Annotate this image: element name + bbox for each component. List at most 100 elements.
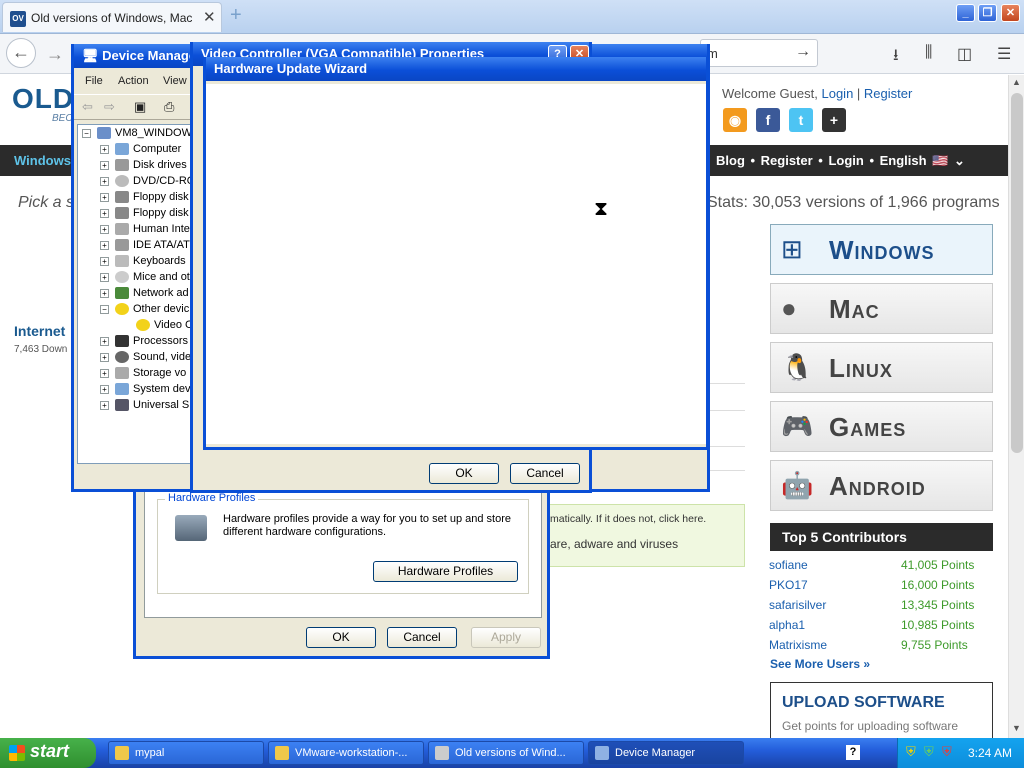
tree-item[interactable]: + Storage vo	[100, 367, 186, 383]
taskbar-item[interactable]: mypal	[108, 741, 264, 765]
tree-item[interactable]: + Processors	[100, 335, 188, 351]
help-tray-icon[interactable]: ?	[846, 745, 860, 760]
restore-icon[interactable]: ❐	[978, 4, 997, 22]
taskbar: start mypal VMware-workstation-... Old v…	[0, 738, 1024, 768]
tree-label: Human Inte	[133, 223, 190, 235]
taskbar-item[interactable]: Device Manager	[588, 741, 744, 765]
notice-line[interactable]: matically. If it does not, click here.	[550, 513, 706, 525]
tree-item[interactable]: + Human Inte	[100, 223, 190, 239]
apple-icon: ●	[781, 293, 797, 323]
minimize-icon[interactable]: _	[956, 4, 975, 22]
forward-arrow-icon[interactable]: →	[46, 44, 64, 65]
tree-label: Video C	[154, 319, 193, 331]
contributor-name[interactable]: safarisilver	[769, 598, 826, 612]
tree-item[interactable]: + IDE ATA/AT	[100, 239, 190, 255]
tree-item[interactable]: + Floppy disk	[100, 207, 189, 223]
cancel-button[interactable]: Cancel	[387, 627, 457, 648]
category-games-button[interactable]: 🎮 Games	[770, 401, 993, 452]
back-arrow-icon[interactable]: ←	[6, 38, 36, 68]
tree-item[interactable]: + Sound, vide	[100, 351, 191, 367]
category-mac-button[interactable]: ● Mac	[770, 283, 993, 334]
floppy-icon	[115, 207, 129, 220]
nav-right-links[interactable]: Blog • Register • Login • English 🇺🇸 ⌄	[716, 153, 965, 169]
start-button[interactable]: start	[0, 738, 96, 768]
properties-icon[interactable]: ▣	[134, 99, 146, 115]
sidebar-icon[interactable]: ◫	[957, 44, 972, 64]
ok-button[interactable]: OK	[429, 463, 499, 484]
see-more-users-link[interactable]: See More Users »	[770, 657, 870, 671]
contributor-name[interactable]: Matrixisme	[769, 638, 827, 652]
go-arrow-icon[interactable]: →	[795, 43, 811, 61]
disk-icon	[115, 159, 129, 172]
back-icon[interactable]: ⇦	[82, 99, 93, 115]
menu-file[interactable]: File	[85, 75, 103, 87]
cancel-button[interactable]: Cancel	[510, 463, 580, 484]
rss-icon[interactable]: ◉	[723, 108, 747, 132]
tree-item[interactable]: + Floppy disk	[100, 191, 189, 207]
tree-label: Keyboards	[133, 255, 186, 267]
tree-item[interactable]: − Other devic	[100, 303, 189, 319]
computer-icon	[115, 143, 129, 156]
upload-title: UPLOAD SOFTWARE	[782, 694, 945, 711]
contributor-name[interactable]: PKO17	[769, 578, 808, 592]
tree-item[interactable]: + Disk drives	[100, 159, 187, 175]
taskbar-item[interactable]: Old versions of Wind...	[428, 741, 584, 765]
menu-view[interactable]: View	[163, 75, 187, 87]
tree-item[interactable]: + Keyboards	[100, 255, 186, 271]
site-logo[interactable]: OLD	[12, 83, 74, 115]
storage-icon	[115, 367, 129, 380]
category-linux-button[interactable]: 🐧 Linux	[770, 342, 993, 393]
tree-item[interactable]: + Universal S	[100, 399, 189, 415]
plus-icon[interactable]: +	[822, 108, 846, 132]
hid-icon	[115, 223, 129, 236]
scroll-up-icon[interactable]: ▲	[1012, 77, 1021, 87]
tree-root[interactable]: − VM8_WINDOW	[82, 127, 192, 143]
ide-icon	[115, 239, 129, 252]
tree-item[interactable]: + Mice and ot	[100, 271, 190, 287]
start-label: start	[30, 741, 70, 761]
tree-item[interactable]: + Computer	[100, 143, 181, 159]
apply-button[interactable]: Apply	[471, 627, 541, 648]
new-tab-icon[interactable]: +	[230, 4, 242, 27]
keyboard-icon	[115, 255, 129, 268]
wizard-titlebar[interactable]: Hardware Update Wizard	[206, 57, 706, 81]
category-android-button[interactable]: 🤖 Android	[770, 460, 993, 511]
contributor-name[interactable]: alpha1	[769, 618, 805, 632]
tree-item[interactable]: + System dev	[100, 383, 190, 399]
tree-label: System dev	[133, 383, 191, 395]
site-favicon-icon: OV	[10, 11, 26, 27]
shield-icon[interactable]: ⛨	[906, 744, 916, 760]
tab-close-icon[interactable]: ✕	[203, 8, 216, 26]
nav-windows-link[interactable]: Windows	[14, 153, 71, 168]
hardware-profiles-button[interactable]: Hardware Profiles	[373, 561, 518, 582]
page-scrollbar[interactable]: ▲ ▼	[1008, 75, 1024, 738]
download-icon[interactable]: ⭳	[893, 44, 899, 71]
security-alert-icon[interactable]: ⛨	[942, 744, 952, 760]
close-icon[interactable]: ✕	[1001, 4, 1020, 22]
twitter-icon[interactable]: t	[789, 108, 813, 132]
login-link[interactable]: Login	[821, 86, 853, 101]
url-bar[interactable]: m →	[700, 39, 818, 67]
contributor-name[interactable]: sofiane	[769, 558, 808, 572]
category-label: Android	[829, 471, 926, 501]
scroll-down-icon[interactable]: ▼	[1012, 723, 1021, 733]
scroll-thumb[interactable]	[1011, 93, 1023, 453]
menu-action[interactable]: Action	[118, 75, 149, 87]
library-icon[interactable]: ⫼	[925, 44, 932, 62]
window-title: Hardware Update Wizard	[214, 61, 368, 76]
upload-software-box[interactable]: UPLOAD SOFTWARE Get points for uploading…	[770, 682, 993, 738]
register-link[interactable]: Register	[864, 86, 912, 101]
taskbar-item[interactable]: VMware-workstation-...	[268, 741, 424, 765]
tree-item[interactable]: + DVD/CD-RO	[100, 175, 195, 191]
forward-icon[interactable]: ⇨	[104, 99, 115, 115]
print-icon[interactable]: ⎙	[164, 99, 174, 115]
tree-item[interactable]: Video C	[136, 319, 193, 335]
ok-button[interactable]: OK	[306, 627, 376, 648]
category-windows-button[interactable]: ⊞ Windows	[770, 224, 993, 275]
facebook-icon[interactable]: f	[756, 108, 780, 132]
tree-item[interactable]: + Network ad	[100, 287, 189, 303]
menu-icon[interactable]: ☰	[997, 44, 1011, 64]
program-title[interactable]: Internet	[14, 323, 65, 339]
network-tray-icon[interactable]: ⛨	[924, 744, 934, 760]
browser-tab[interactable]: OV Old versions of Windows, Mac and Linu…	[2, 2, 222, 32]
